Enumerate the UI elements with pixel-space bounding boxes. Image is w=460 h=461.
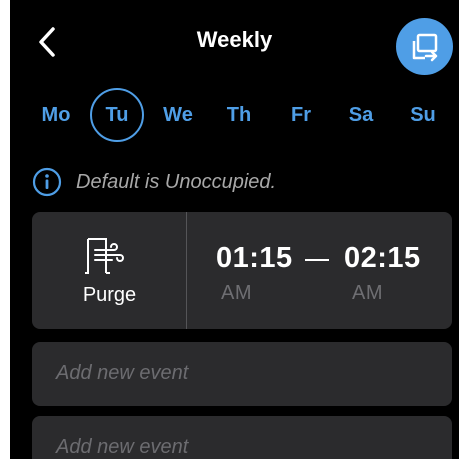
schedule-screen: Weekly Mo Tu We Th Fr Sa Su Default is U… <box>10 0 459 459</box>
day-fr[interactable]: Fr <box>274 88 328 142</box>
day-selector: Mo Tu We Th Fr Sa Su <box>10 88 459 146</box>
time-range-dash <box>305 259 329 261</box>
copy-schedule-icon <box>412 33 437 61</box>
day-we[interactable]: We <box>151 88 205 142</box>
add-new-event-button[interactable]: Add new event <box>32 416 452 459</box>
event-start-ampm: AM <box>221 282 252 304</box>
day-th[interactable]: Th <box>212 88 266 142</box>
info-text: Default is Unoccupied. <box>76 170 277 193</box>
purge-icon <box>85 238 124 274</box>
page-title: Weekly <box>196 27 273 52</box>
event-start-time[interactable]: 01:15 <box>216 242 293 275</box>
add-new-event-button[interactable]: Add new event <box>32 342 452 406</box>
copy-schedule-button[interactable] <box>396 18 453 75</box>
day-su[interactable]: Su <box>396 88 450 142</box>
screen: Weekly Mo Tu We Th Fr Sa Su Default is U… <box>0 0 460 461</box>
info-message: Default is Unoccupied. <box>32 167 276 197</box>
event-mode[interactable]: Purge <box>32 212 187 329</box>
event-mode-label: Purge <box>82 284 137 306</box>
day-tu[interactable]: Tu <box>90 88 144 142</box>
info-icon <box>32 167 62 197</box>
add-new-event-label: Add new event <box>56 362 189 384</box>
day-mo[interactable]: Mo <box>29 88 83 142</box>
event-end-time[interactable]: 02:15 <box>344 242 421 275</box>
event-card[interactable]: Purge 01:15 AM 02:15 AM <box>32 212 452 329</box>
event-end-ampm: AM <box>352 282 383 304</box>
day-sa[interactable]: Sa <box>334 88 388 142</box>
add-new-event-label: Add new event <box>56 436 189 458</box>
